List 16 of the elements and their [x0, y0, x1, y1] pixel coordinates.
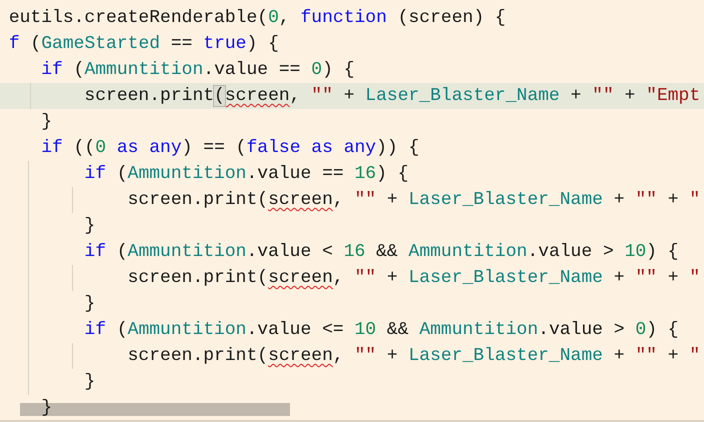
- code-line: }: [83, 294, 96, 314]
- code-line: screen.print(screen, "" + Laser_Blaster_Name + "" + ": [126, 268, 700, 288]
- code-line: screen.print(screen, "" + Laser_Blaster_Name + "" + ": [126, 190, 700, 210]
- code-line: f (GameStarted == true) {: [8, 34, 279, 54]
- code-line: screen.print(screen, "" + Laser_Blaster_Name + "" + ": [126, 346, 700, 366]
- code-line: if (Ammuntition.value < 16 && Ammuntition.value > 10) {: [83, 242, 679, 262]
- code-line: }: [83, 216, 96, 236]
- code-line: }: [40, 112, 52, 132]
- code-line: eutils.createRenderable(0, function (screen) {: [8, 8, 506, 28]
- code-line: if (Ammuntition.value == 0) {: [40, 60, 355, 80]
- code-line: if (Ammuntition.value <= 10 && Ammuntition.value > 0) {: [83, 320, 679, 340]
- code-line: if ((0 as any) == (false as any)) {: [40, 138, 420, 158]
- code-line: }: [83, 372, 96, 392]
- code-line: screen.print(screen, "" + Laser_Blaster_Name + "" + "Empt: [83, 86, 700, 106]
- code-line: }: [40, 398, 52, 418]
- code-line: if (Ammuntition.value == 16) {: [83, 164, 409, 184]
